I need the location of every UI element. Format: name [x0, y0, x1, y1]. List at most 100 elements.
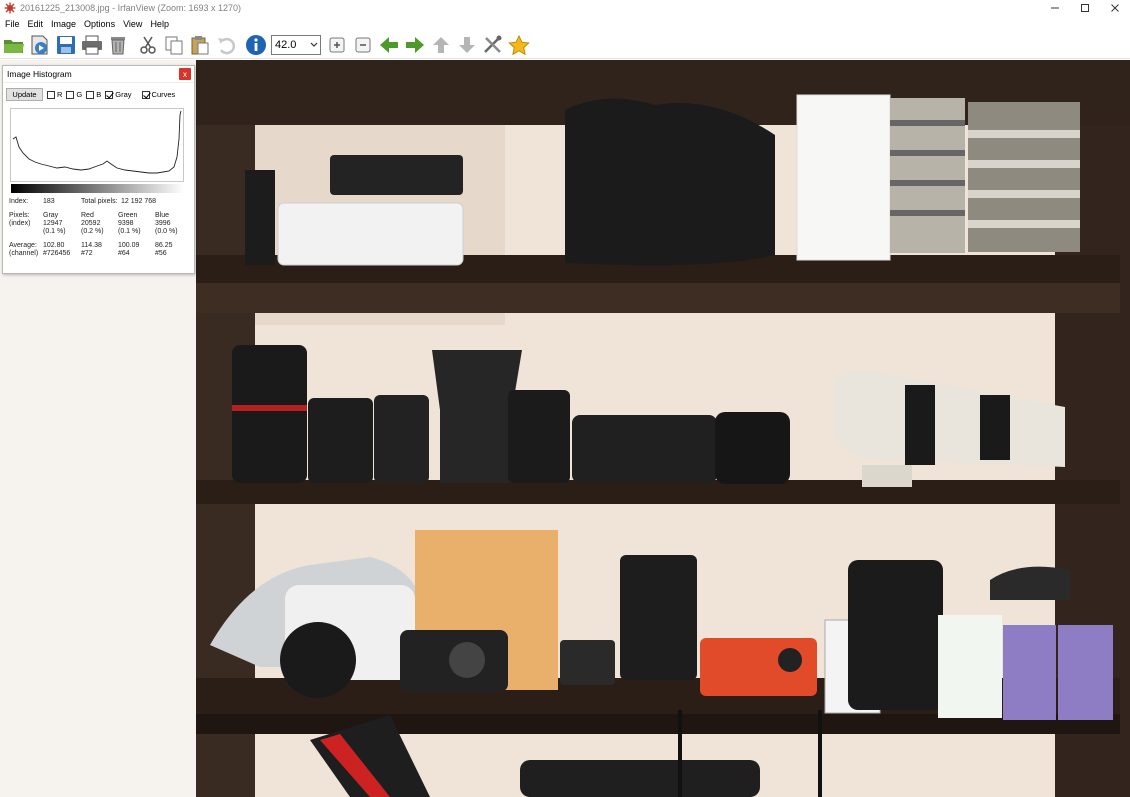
zoom-in-button[interactable] [324, 32, 350, 58]
chevron-down-icon[interactable] [308, 42, 320, 48]
zoom-in-icon [329, 37, 345, 52]
checkbox-r[interactable]: R [47, 90, 62, 99]
histogram-graph[interactable] [10, 108, 184, 182]
red-pixels: 20592 [81, 220, 101, 227]
gray-pixels-pct: (0.1 %) [43, 228, 66, 235]
gray-header: Gray [43, 212, 59, 219]
red-hex: #72 [81, 250, 93, 257]
green-pixels: 9398 [118, 220, 134, 227]
checkbox-r-box[interactable] [47, 90, 55, 99]
star-icon [508, 34, 530, 55]
tools-icon [484, 35, 502, 53]
histogram-curve [12, 110, 182, 174]
histogram-controls: Update R G B Gray Curves [3, 86, 194, 103]
undo-icon [218, 37, 236, 54]
zoom-out-icon [355, 37, 371, 52]
delete-button[interactable] [105, 32, 131, 58]
paste-button[interactable] [187, 32, 213, 58]
stats-hex-row: (channel) #726456 #72 #64 #56 [8, 250, 193, 258]
first-button[interactable] [428, 32, 454, 58]
copy-icon [165, 36, 183, 54]
cut-button[interactable] [135, 32, 161, 58]
maximize-button[interactable] [1070, 0, 1100, 16]
green-header: Green [118, 212, 138, 219]
print-icon [82, 35, 102, 54]
blue-hex: #56 [155, 250, 167, 257]
checkbox-gray-label: Gray [115, 90, 132, 99]
previous-icon [380, 36, 398, 53]
favorites-button[interactable] [506, 32, 532, 58]
maximize-icon [1081, 4, 1089, 12]
open-button[interactable] [1, 32, 27, 58]
close-icon: x [183, 69, 187, 79]
checkbox-curves[interactable]: Curves [141, 90, 176, 99]
window-title: 20161225_213008.jpg - IrfanView (Zoom: 1… [20, 3, 241, 13]
zoom-out-button[interactable] [350, 32, 376, 58]
blue-average: 86.25 [155, 242, 173, 249]
menu-options[interactable]: Options [80, 19, 119, 29]
stats-pixels-row: Pixels: Gray Red Green Blue [8, 212, 193, 220]
close-button[interactable] [1100, 0, 1130, 16]
menu-help[interactable]: Help [146, 19, 173, 29]
histogram-close-button[interactable]: x [179, 68, 191, 80]
green-pixels-pct: (0.1 %) [118, 228, 141, 235]
minimize-button[interactable] [1040, 0, 1070, 16]
paste-icon [191, 35, 209, 54]
histogram-title-bar[interactable]: Image Histogram x [3, 66, 194, 83]
next-icon [406, 36, 424, 53]
green-hex: #64 [118, 250, 130, 257]
previous-button[interactable] [376, 32, 402, 58]
checkbox-curves-label: Curves [151, 90, 176, 99]
zoom-value: 42.0 [275, 38, 297, 51]
gray-gradient-bar [11, 184, 184, 193]
open-icon [4, 39, 24, 53]
update-button[interactable]: Update [6, 88, 43, 101]
histogram-title: Image Histogram [7, 69, 72, 79]
save-button[interactable] [53, 32, 79, 58]
pixels-sub-label: (index) [9, 220, 31, 227]
save-icon [57, 35, 75, 54]
index-value: 183 [43, 198, 55, 205]
checkbox-b-box[interactable] [86, 90, 95, 99]
checkbox-g-box[interactable] [66, 90, 75, 99]
total-pixels-value: 12 192 768 [121, 198, 157, 205]
checkbox-b-label: B [96, 90, 102, 99]
checkbox-gray-box[interactable] [105, 90, 114, 99]
red-average: 114.38 [81, 242, 102, 249]
histogram-gray-curve [12, 110, 182, 174]
total-pixels-label: Total pixels: [81, 198, 118, 205]
checkbox-r-label: R [57, 90, 63, 99]
checkbox-curves-box[interactable] [141, 90, 150, 99]
stats-pixels-pct-row: (0.1 %) (0.2 %) (0.1 %) (0.0 %) [8, 228, 193, 236]
toolbar: 42.0 [0, 31, 1130, 59]
gray-average: 102.80 [43, 242, 65, 249]
menu-file[interactable]: File [0, 19, 24, 29]
gray-pixels: 12947 [43, 220, 63, 227]
next-button[interactable] [402, 32, 428, 58]
info-button[interactable] [243, 32, 269, 58]
copy-button[interactable] [161, 32, 187, 58]
slideshow-button[interactable] [27, 32, 53, 58]
menu-image[interactable]: Image [47, 19, 80, 29]
info-icon [246, 34, 266, 55]
last-button[interactable] [454, 32, 480, 58]
average-label: Average: [9, 242, 37, 249]
checkbox-b[interactable]: B [86, 90, 101, 99]
stats-index-row: Index: 183 Total pixels: 12 192 768 [8, 198, 193, 206]
menu-view[interactable]: View [119, 19, 146, 29]
pixels-label: Pixels: [9, 212, 30, 219]
undo-button[interactable] [213, 32, 239, 58]
tools-button[interactable] [480, 32, 506, 58]
menu-edit[interactable]: Edit [24, 19, 48, 29]
print-button[interactable] [79, 32, 105, 58]
window-controls [1040, 0, 1130, 16]
menu-bar: File Edit Image Options View Help [0, 16, 1130, 31]
checkbox-gray[interactable]: Gray [105, 90, 132, 99]
checkbox-g-label: G [76, 90, 83, 99]
zoom-combobox[interactable]: 42.0 [271, 34, 321, 55]
green-average: 100.09 [118, 242, 140, 249]
last-icon [459, 36, 475, 53]
minimize-icon [1051, 7, 1059, 9]
delete-icon [111, 36, 125, 54]
checkbox-g[interactable]: G [66, 90, 82, 99]
